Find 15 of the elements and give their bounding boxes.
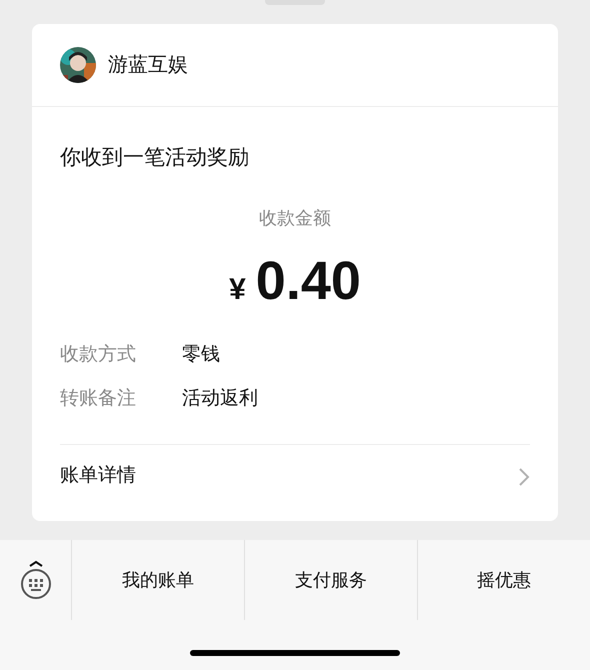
sender-name: 游蓝互娱 xyxy=(108,53,188,78)
chevron-right-icon xyxy=(518,466,530,486)
amount-label: 收款金额 xyxy=(258,207,332,230)
menu-item[interactable]: 摇优惠 xyxy=(473,566,535,594)
detail-value: 活动返利 xyxy=(182,387,258,411)
detail-label: 转账备注 xyxy=(60,387,137,411)
amount-value: 0.40 xyxy=(256,251,361,311)
bill-details-row[interactable]: 账单详情 xyxy=(60,444,530,508)
bill-details-label: 账单详情 xyxy=(60,464,136,488)
detail-value: 零钱 xyxy=(182,343,220,367)
detail-label: 收款方式 xyxy=(60,343,137,367)
menu-item[interactable]: 我的账单 xyxy=(118,566,198,594)
currency-sign: ¥ xyxy=(229,272,246,308)
message-title: 你收到一笔活动奖励 xyxy=(60,145,250,171)
menu-item[interactable]: 支付服务 xyxy=(291,566,371,594)
